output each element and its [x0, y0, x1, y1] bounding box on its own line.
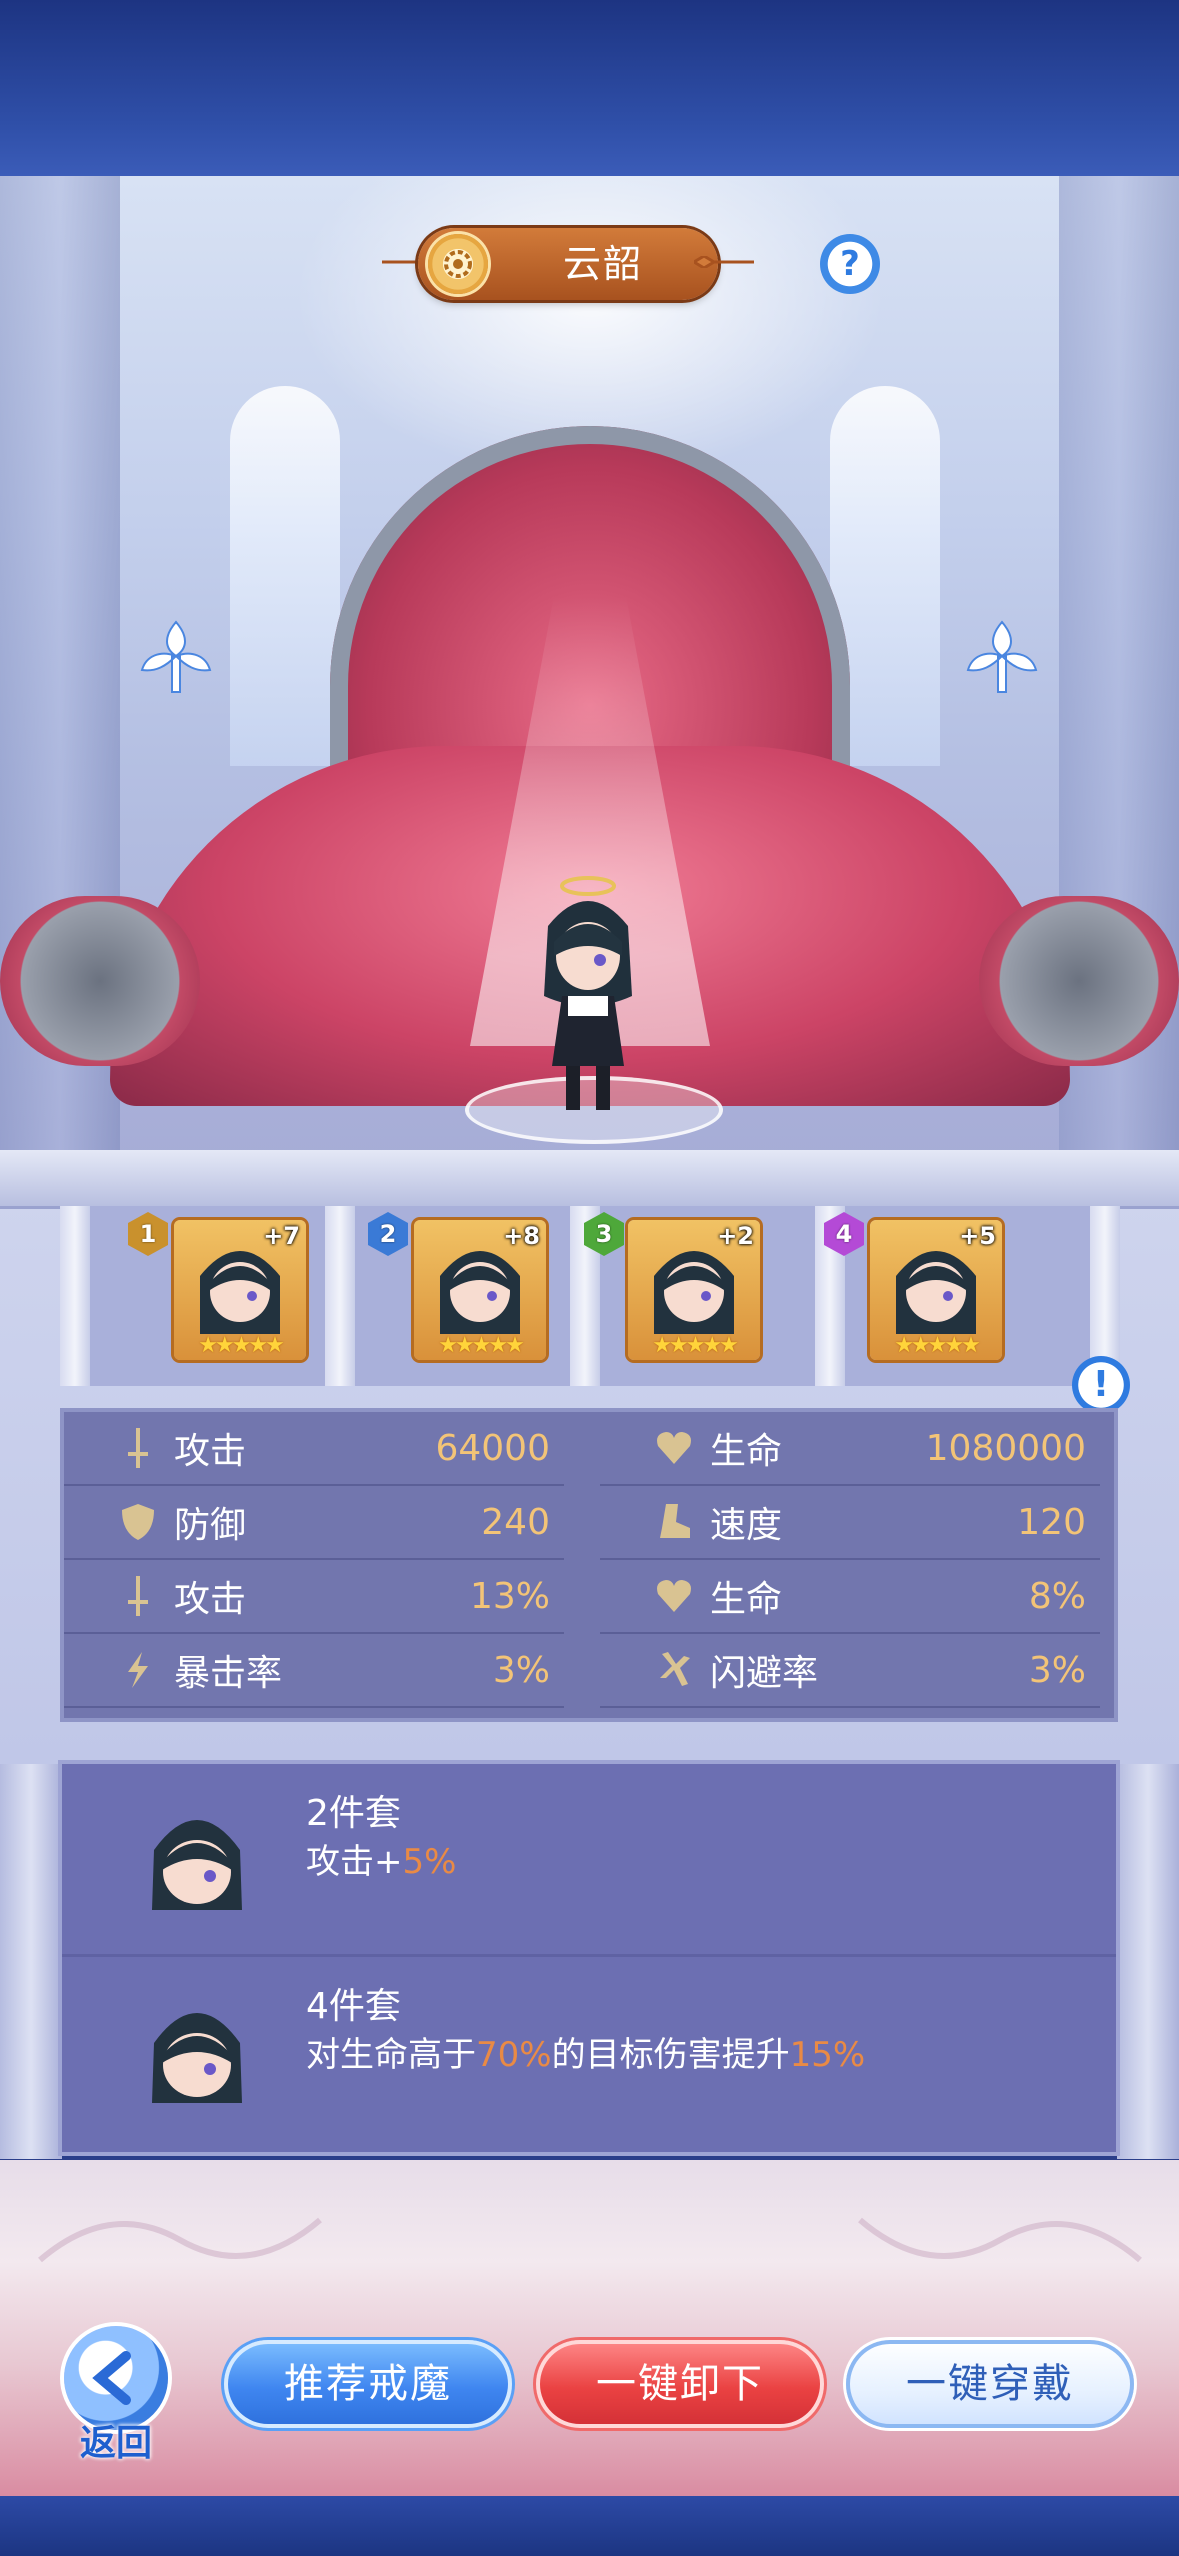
- set-bonus-row: 4件套 对生命高于70%的目标伤害提升15%: [62, 1954, 1116, 2145]
- title-bar: 云韶: [382, 226, 754, 302]
- stat-label: 攻击: [174, 1579, 247, 1620]
- set-desc-text: 攻击+: [306, 1842, 403, 1882]
- side-column-right: [1117, 1764, 1179, 2159]
- sword-icon: [116, 1574, 160, 1618]
- stat-value: 13%: [469, 1575, 550, 1617]
- stat-label: 生命: [710, 1579, 783, 1620]
- set-character-head-icon: [152, 1820, 242, 1910]
- fleur-ornament-right: [962, 616, 1042, 696]
- star-rating: ★★★★★: [438, 1333, 525, 1358]
- character-name: 云韶: [562, 242, 643, 286]
- throne-arm-right: [979, 896, 1179, 1066]
- stat-label: 生命: [710, 1431, 783, 1472]
- set-title: 4件套: [306, 1986, 401, 2027]
- stat-label: 闪避率: [710, 1653, 819, 1694]
- title-ornament-right: [694, 256, 754, 268]
- stat-row: 生命 8%: [600, 1560, 1100, 1634]
- stat-row: 防御 240: [64, 1486, 564, 1560]
- back-button[interactable]: 返回: [56, 2326, 176, 2464]
- set-description: 对生命高于70%的目标伤害提升15%: [306, 2027, 865, 2076]
- stat-row: 攻击 64000: [64, 1412, 564, 1486]
- stat-label: 暴击率: [174, 1653, 283, 1694]
- set-desc-text: 的目标伤害提升: [551, 2035, 790, 2075]
- equip-slot-2[interactable]: +8 ★★★★★: [414, 1220, 546, 1360]
- character-name-pill: 云韶: [418, 228, 718, 300]
- enhance-level: +7: [263, 1222, 300, 1250]
- fleur-ornament-left: [136, 616, 216, 696]
- shelf-cornice: [0, 1150, 1179, 1209]
- floor-ornament-right: [858, 2217, 1142, 2263]
- stat-value: 240: [481, 1501, 550, 1543]
- slot-divider: [325, 1206, 355, 1386]
- throne-arm-left: [0, 896, 200, 1066]
- stat-row: 暴击率 3%: [64, 1634, 564, 1708]
- star-rating: ★★★★★: [652, 1333, 739, 1358]
- equip-all-button[interactable]: 一键穿戴: [846, 2340, 1134, 2428]
- set-desc-text: 对生命高于: [306, 2035, 476, 2075]
- set-title: 2件套: [306, 1793, 401, 1834]
- character-sprite[interactable]: [508, 846, 668, 1126]
- set-bonus-row: 2件套 攻击+5%: [62, 1764, 1116, 1952]
- help-icon[interactable]: ?: [820, 234, 880, 294]
- enhance-level: +8: [503, 1222, 540, 1250]
- side-column-left: [0, 1764, 62, 2159]
- slot-divider: [60, 1206, 90, 1386]
- star-rating: ★★★★★: [198, 1333, 285, 1358]
- enhance-level: +5: [959, 1222, 996, 1250]
- stained-window-left: [230, 386, 340, 766]
- equip-slot-4[interactable]: +5 ★★★★★: [870, 1220, 1002, 1360]
- info-icon[interactable]: !: [1072, 1356, 1130, 1414]
- set-desc-highlight: 5%: [402, 1842, 457, 1882]
- top-banner: [0, 0, 1179, 180]
- star-rating: ★★★★★: [894, 1333, 981, 1358]
- crit-icon: [116, 1648, 160, 1692]
- gear-emblem-icon: [428, 234, 488, 294]
- heart-icon: [652, 1426, 696, 1470]
- throne-scene: [0, 176, 1179, 1166]
- stat-label: 攻击: [174, 1431, 247, 1472]
- shield-icon: [116, 1500, 160, 1544]
- stat-row: 闪避率 3%: [600, 1634, 1100, 1708]
- unequip-all-button[interactable]: 一键卸下: [536, 2340, 824, 2428]
- back-label: 返回: [79, 2423, 152, 2464]
- enhance-level: +2: [717, 1222, 754, 1250]
- equip-slot-1[interactable]: +7 ★★★★★: [174, 1220, 306, 1360]
- stat-label: 防御: [174, 1505, 247, 1546]
- boot-icon: [652, 1500, 696, 1544]
- set-bonus-panel: 2件套 攻击+5% 4件套 对生命高于70%的目标伤害提升15%: [62, 1764, 1116, 2152]
- recommend-button[interactable]: 推荐戒魔: [224, 2340, 512, 2428]
- stat-row: 生命 1080000: [600, 1412, 1100, 1486]
- set-description: 攻击+5%: [306, 1834, 456, 1883]
- stat-value: 3%: [492, 1649, 550, 1691]
- stat-row: 速度 120: [600, 1486, 1100, 1560]
- set-desc-highlight: 15%: [789, 2035, 866, 2075]
- stat-label: 速度: [710, 1505, 783, 1546]
- dodge-icon: [652, 1648, 696, 1692]
- set-character-head-icon: [152, 2013, 242, 2103]
- stat-value: 120: [1017, 1501, 1086, 1543]
- stat-value: 3%: [1028, 1649, 1086, 1691]
- floor-ornament-left: [38, 2217, 322, 2263]
- stats-panel: 攻击 64000 防御 240 攻击 13% 暴击率 3% 生命 1080000…: [64, 1412, 1114, 1718]
- stat-value: 8%: [1028, 1575, 1086, 1617]
- stat-value: 1080000: [925, 1427, 1086, 1469]
- bottom-band: [0, 2496, 1179, 2556]
- equip-slot-3[interactable]: +2 ★★★★★: [628, 1220, 760, 1360]
- set-desc-highlight: 70%: [476, 2035, 552, 2075]
- floor-area: [0, 2160, 1179, 2500]
- sword-icon: [116, 1426, 160, 1470]
- stat-row: 攻击 13%: [64, 1560, 564, 1634]
- stat-value: 64000: [435, 1427, 550, 1469]
- heart-icon: [652, 1574, 696, 1618]
